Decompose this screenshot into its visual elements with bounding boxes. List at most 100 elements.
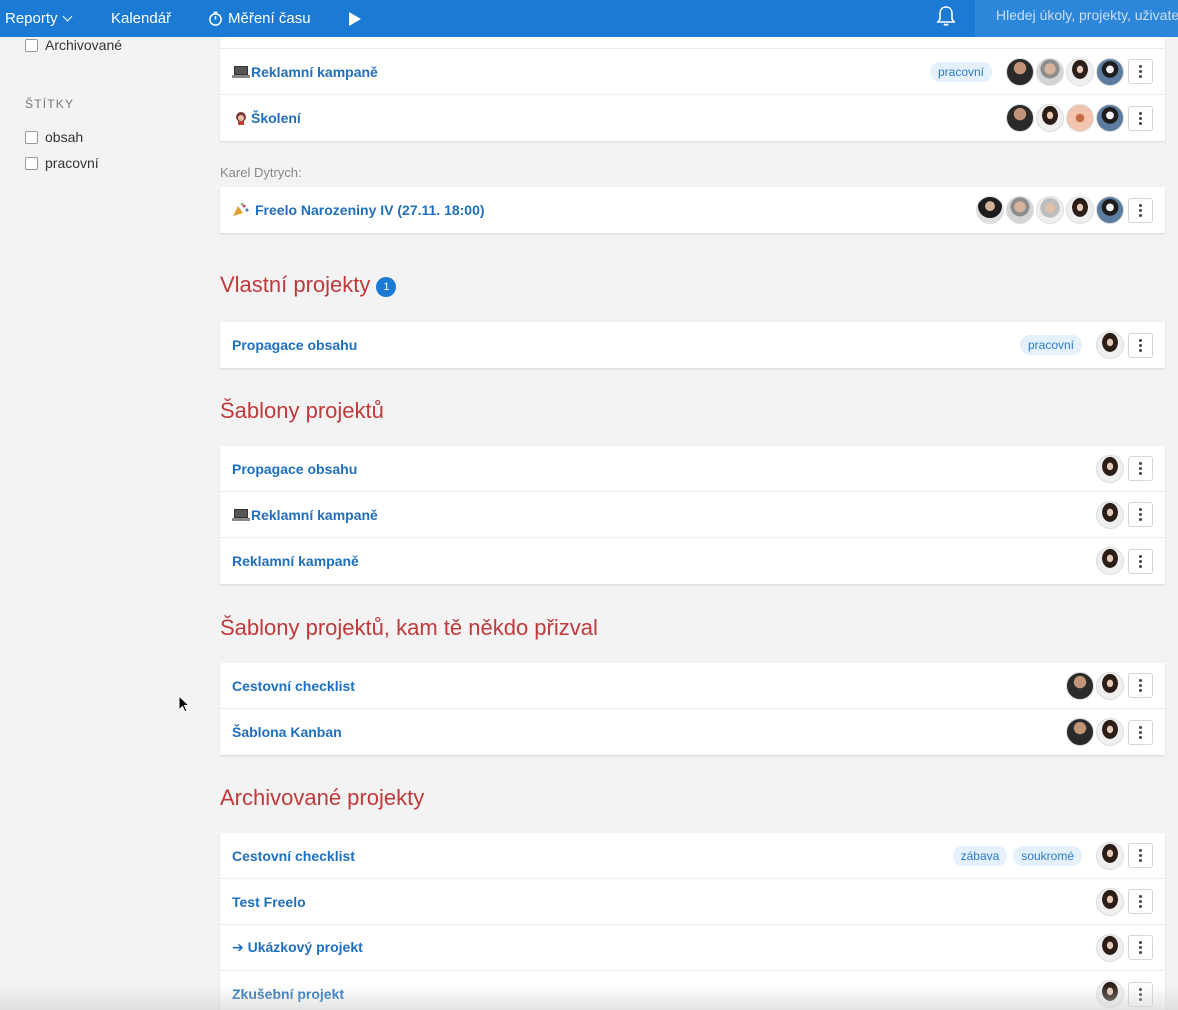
start-timer-button[interactable] — [349, 0, 361, 37]
tag-label: obsah — [45, 129, 84, 145]
search-input[interactable]: Hledej úkoly, projekty, uživatele — [975, 0, 1178, 37]
list-item — [220, 37, 1165, 49]
avatar — [1096, 196, 1124, 224]
reports-label: Reporty — [5, 9, 58, 27]
project-row[interactable]: Test Freelo — [220, 879, 1165, 925]
more-options-button[interactable] — [1128, 456, 1153, 481]
project-link[interactable]: Školení — [232, 110, 301, 126]
avatar — [1096, 57, 1124, 86]
project-list: Cestovní checklist zábava soukromé Test … — [220, 833, 1165, 1010]
reports-menu[interactable]: Reporty — [5, 0, 72, 37]
mouse-cursor-icon — [178, 695, 190, 713]
project-row[interactable]: ➔ Ukázkový projekt — [220, 925, 1165, 971]
project-row[interactable]: Zkušební projekt — [220, 971, 1165, 1010]
tag-badge[interactable]: pracovní — [1019, 335, 1082, 355]
more-options-button[interactable] — [1128, 843, 1153, 868]
chevron-down-icon — [62, 11, 72, 21]
more-options-button[interactable] — [1128, 332, 1153, 358]
avatar — [1066, 57, 1094, 86]
archived-checkbox[interactable] — [25, 38, 38, 52]
avatar — [1096, 547, 1124, 575]
project-link[interactable]: Cestovní checklist — [232, 678, 355, 694]
project-row[interactable]: Reklamní kampaně pracovní — [220, 49, 1165, 95]
project-title: Freelo Narozeniny IV (27.11. 18:00) — [255, 202, 485, 218]
section-title: Vlastní projekty — [220, 272, 371, 297]
avatar — [1096, 887, 1124, 916]
tag-badge[interactable]: zábava — [952, 845, 1008, 866]
project-link[interactable]: Šablona Kanban — [232, 724, 342, 740]
project-link[interactable]: Reklamní kampaně — [232, 64, 378, 80]
project-list: Cestovní checklist Šablona Kanban — [220, 663, 1165, 755]
stopwatch-icon — [209, 11, 222, 26]
avatar — [1096, 933, 1124, 962]
more-options-button[interactable] — [1128, 502, 1153, 527]
member-avatars — [1004, 57, 1124, 86]
project-link[interactable]: Freelo Narozeniny IV (27.11. 18:00) — [232, 202, 485, 218]
avatar — [1096, 500, 1124, 529]
party-popper-icon — [233, 203, 249, 216]
member-avatars — [1004, 104, 1124, 132]
more-options-button[interactable] — [1128, 981, 1153, 1007]
archived-label: Archivované — [45, 37, 123, 53]
project-link[interactable]: Reklamní kampaně — [232, 507, 378, 523]
project-link[interactable]: ➔ Ukázkový projekt — [232, 939, 363, 956]
project-list: Freelo Narozeniny IV (27.11. 18:00) — [220, 187, 1165, 233]
tag-badge[interactable]: soukromé — [1013, 845, 1082, 866]
tag-checkbox[interactable] — [25, 156, 38, 170]
notifications-button[interactable] — [936, 4, 956, 28]
more-options-button[interactable] — [1128, 719, 1153, 745]
project-list: Propagace obsahu Reklamní kampaně Reklam… — [220, 446, 1165, 584]
project-link[interactable]: Zkušební projekt — [232, 986, 344, 1002]
project-link[interactable]: Propagace obsahu — [232, 461, 357, 477]
avatar — [1066, 718, 1094, 746]
more-options-button[interactable] — [1128, 59, 1153, 84]
project-row[interactable]: Freelo Narozeniny IV (27.11. 18:00) — [220, 187, 1165, 233]
owner-group-label: Karel Dytrych: — [220, 165, 302, 180]
time-tracking-label: Měření času — [228, 9, 311, 27]
project-link[interactable]: Reklamní kampaně — [232, 553, 359, 569]
teacher-icon — [236, 112, 246, 125]
play-icon — [349, 11, 361, 26]
laptop-icon — [232, 508, 250, 521]
own-projects-heading: Vlastní projekty 1 — [220, 272, 397, 298]
tag-filter-pracovni[interactable]: pracovní — [25, 155, 99, 171]
count-badge: 1 — [376, 277, 397, 297]
project-row[interactable]: Propagace obsahu — [220, 446, 1165, 492]
member-avatars — [1064, 718, 1124, 746]
project-row[interactable]: Cestovní checklist zábava soukromé — [220, 833, 1165, 879]
tag-badge[interactable]: pracovní — [929, 61, 992, 82]
project-row[interactable]: Cestovní checklist — [220, 663, 1165, 709]
member-avatars — [1094, 887, 1124, 916]
member-avatars — [1064, 671, 1124, 700]
archived-projects-heading: Archivované projekty — [220, 785, 425, 810]
tag-label: pracovní — [45, 155, 99, 171]
avatar — [1036, 104, 1064, 132]
project-title: Reklamní kampaně — [251, 63, 378, 80]
avatar — [1096, 980, 1124, 1008]
member-avatars — [1094, 331, 1124, 359]
laptop-icon — [232, 65, 250, 78]
project-link[interactable]: Cestovní checklist — [232, 848, 355, 864]
avatar — [1096, 454, 1124, 483]
project-row[interactable]: Reklamní kampaně — [220, 492, 1165, 538]
more-options-button[interactable] — [1128, 105, 1153, 131]
avatar — [1066, 671, 1094, 700]
calendar-link[interactable]: Kalendář — [111, 0, 171, 37]
more-options-button[interactable] — [1128, 197, 1153, 223]
more-options-button[interactable] — [1128, 548, 1153, 574]
project-row[interactable]: Šablona Kanban — [220, 709, 1165, 755]
project-link[interactable]: Test Freelo — [232, 894, 306, 910]
more-options-button[interactable] — [1128, 889, 1153, 914]
tags-heading: ŠTÍTKY — [25, 97, 75, 111]
more-options-button[interactable] — [1128, 673, 1153, 698]
tag-filter-obsah[interactable]: obsah — [25, 129, 83, 145]
project-row[interactable]: Propagace obsahu pracovní — [220, 322, 1165, 368]
time-tracking-link[interactable]: Měření času — [208, 0, 311, 37]
project-row[interactable]: Reklamní kampaně — [220, 538, 1165, 584]
project-row[interactable]: Školení — [220, 95, 1165, 141]
project-link[interactable]: Propagace obsahu — [232, 337, 357, 353]
tag-checkbox[interactable] — [25, 130, 38, 144]
member-avatars — [1094, 841, 1124, 870]
archived-filter[interactable]: Archivované — [25, 37, 122, 53]
more-options-button[interactable] — [1128, 935, 1153, 960]
